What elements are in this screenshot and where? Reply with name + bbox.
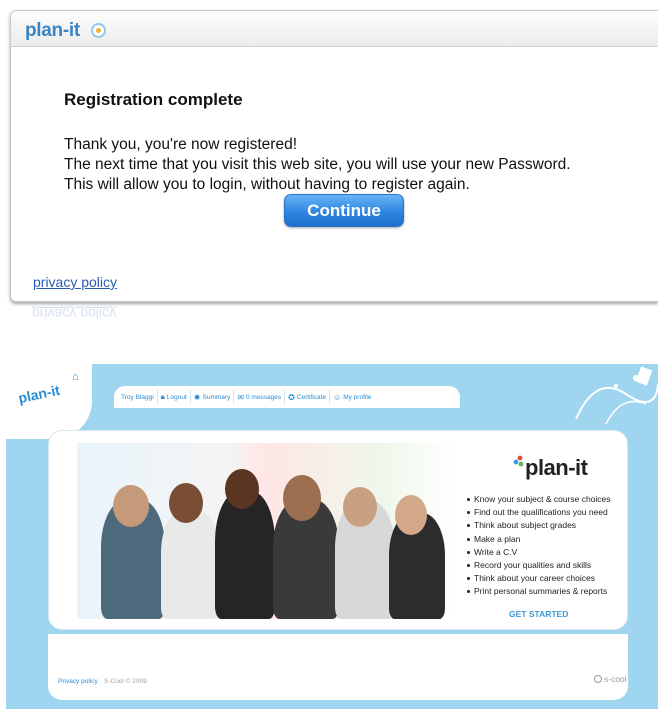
site-screenshot: plan-it ⌂ Troy Blaggi 🔒︎ Logout ✹ Summar… — [6, 364, 658, 709]
s-cool-logo: s-cool — [594, 674, 627, 684]
list-item: Make a plan — [467, 533, 611, 546]
site-logo[interactable]: plan-it — [17, 382, 61, 406]
message-line: The next time that you visit this web si… — [64, 156, 571, 173]
list-item: Think about your career choices — [467, 572, 611, 585]
nav-messages[interactable]: ✉ 0 messages — [234, 390, 286, 404]
get-started-link[interactable]: GET STARTED — [509, 609, 568, 619]
footer-panel — [48, 634, 628, 700]
profile-icon: ☺ — [333, 392, 342, 402]
hero-card: plan-it Know your subject & course choic… — [48, 430, 628, 630]
tab-label: Troy Blaggi — [121, 393, 154, 401]
privacy-policy-reflection: privacy policy — [32, 306, 117, 322]
message-line: Thank you, you're now registered! — [64, 136, 297, 153]
student-head — [343, 487, 377, 527]
top-nav: Troy Blaggi 🔒︎ Logout ✹ Summary ✉ 0 mess… — [114, 386, 460, 408]
brand-logo: plan-it — [25, 20, 80, 41]
panel-header: plan-it — [11, 11, 658, 47]
list-item: Record your qualities and skills — [467, 559, 611, 572]
list-item: Know your subject & course choices — [467, 493, 611, 506]
list-item: Think about subject grades — [467, 519, 611, 532]
tab-label: Summary — [202, 393, 231, 401]
copyright: S-Cool © 2009 — [104, 678, 147, 685]
envelope-icon: ✉ — [237, 392, 245, 402]
list-item: Print personal summaries & reports — [467, 585, 611, 598]
tab-label: My profile — [343, 393, 372, 401]
plan-it-logo-dots-icon — [513, 455, 524, 467]
students-photo — [77, 443, 455, 619]
student-figure — [215, 491, 275, 619]
plan-it-logo: plan-it — [525, 455, 588, 480]
nav-my-profile[interactable]: ☺ My profile — [330, 390, 374, 404]
feature-list: Know your subject & course choices Find … — [467, 493, 611, 599]
student-head — [169, 483, 203, 523]
student-head — [113, 485, 149, 527]
privacy-policy-link[interactable]: privacy policy — [33, 274, 117, 290]
page-title: Registration complete — [64, 90, 243, 109]
nav-certificate[interactable]: ✪ Certificate — [285, 390, 331, 404]
tab-label: 0 messages — [246, 393, 282, 401]
nav-logout[interactable]: 🔒︎ Logout — [158, 390, 191, 404]
footer-privacy-link[interactable]: Privacy policy — [58, 678, 98, 685]
student-head — [395, 495, 427, 535]
student-figure — [161, 509, 219, 619]
list-item: Write a C.V — [467, 546, 611, 559]
tab-label: Certificate — [296, 393, 327, 401]
student-head — [283, 475, 321, 521]
tab-label: Logout — [166, 393, 187, 401]
site-logo-panel: plan-it ⌂ — [6, 364, 92, 439]
s-cool-label: s-cool — [604, 674, 627, 684]
s-cool-icon — [594, 675, 602, 683]
continue-button[interactable]: Continue — [284, 194, 404, 227]
target-icon — [91, 23, 106, 38]
home-icon[interactable]: ⌂ — [72, 372, 84, 383]
message-line: This will allow you to login, without ha… — [64, 176, 470, 193]
student-head — [225, 469, 259, 509]
nav-summary[interactable]: ✹ Summary — [191, 390, 235, 404]
registration-panel: plan-it Registration complete Thank you,… — [10, 10, 658, 302]
lock-icon: 🔒︎ — [160, 392, 165, 401]
splash-decoration — [575, 366, 658, 424]
list-item: Find out the qualifications you need — [467, 506, 611, 519]
ribbon-icon: ✪ — [288, 392, 295, 402]
gear-icon: ✹ — [193, 392, 201, 402]
message: Thank you, you're now registered! The ne… — [64, 135, 654, 195]
nav-user[interactable]: Troy Blaggi — [118, 390, 158, 404]
